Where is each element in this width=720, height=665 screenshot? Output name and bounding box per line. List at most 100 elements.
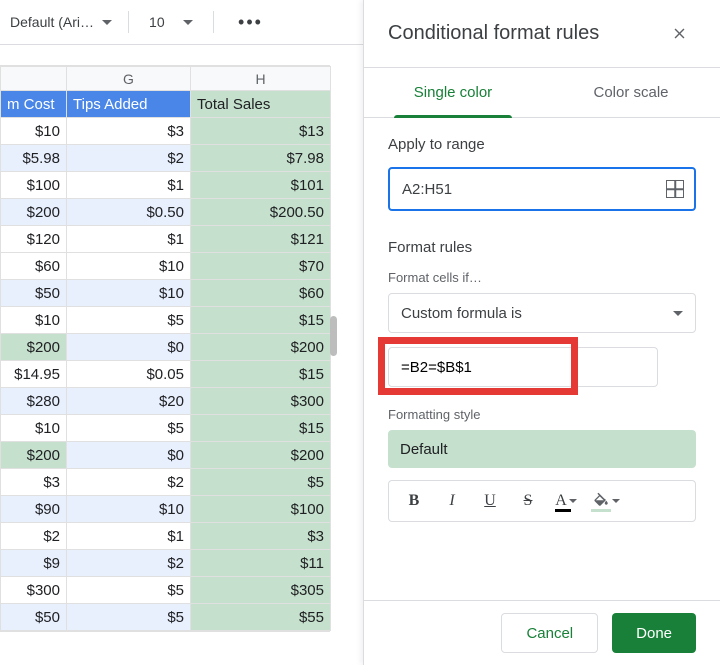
table-row: $200$0$200 xyxy=(1,442,331,469)
cell[interactable]: $2 xyxy=(1,523,67,550)
cell[interactable]: $200.50 xyxy=(191,199,331,226)
cell[interactable]: $5 xyxy=(67,307,191,334)
cell[interactable]: $5 xyxy=(67,604,191,631)
table-row: $5.98$2$7.98 xyxy=(1,145,331,172)
cell[interactable]: $13 xyxy=(191,118,331,145)
format-cells-if-label: Format cells if… xyxy=(388,270,696,285)
formula-field[interactable] xyxy=(388,347,658,387)
bold-button[interactable]: B xyxy=(399,486,429,516)
cell[interactable]: $1 xyxy=(67,226,191,253)
range-input[interactable] xyxy=(400,180,666,199)
cell[interactable]: $0.50 xyxy=(67,199,191,226)
cell[interactable]: $15 xyxy=(191,307,331,334)
chevron-down-icon xyxy=(673,311,683,316)
table-row: $10$5$15 xyxy=(1,415,331,442)
tab-color-scale[interactable]: Color scale xyxy=(542,68,720,117)
header-cell[interactable]: Total Sales xyxy=(191,91,331,118)
cell[interactable]: $5.98 xyxy=(1,145,67,172)
cell[interactable]: $300 xyxy=(1,577,67,604)
cell[interactable]: $10 xyxy=(67,496,191,523)
cell[interactable]: $200 xyxy=(191,442,331,469)
cell[interactable]: $120 xyxy=(1,226,67,253)
select-range-icon[interactable] xyxy=(666,180,684,198)
fill-color-button[interactable] xyxy=(589,486,623,516)
cell[interactable]: $50 xyxy=(1,280,67,307)
cell[interactable]: $10 xyxy=(1,307,67,334)
cell[interactable]: $0 xyxy=(67,442,191,469)
cell[interactable]: $1 xyxy=(67,523,191,550)
font-family-label: Default (Ari… xyxy=(10,14,94,30)
col-letter[interactable]: G xyxy=(67,67,191,91)
cell[interactable]: $200 xyxy=(191,334,331,361)
format-style-bar: B I U S A xyxy=(388,480,696,522)
cell[interactable]: $10 xyxy=(1,415,67,442)
cell[interactable]: $2 xyxy=(67,469,191,496)
cell[interactable]: $101 xyxy=(191,172,331,199)
more-toolbar-button[interactable]: ••• xyxy=(226,8,267,36)
font-family-selector[interactable]: Default (Ari… xyxy=(6,8,116,36)
cell[interactable]: $0.05 xyxy=(67,361,191,388)
cell[interactable]: $10 xyxy=(67,280,191,307)
cell[interactable]: $200 xyxy=(1,442,67,469)
cell[interactable]: $121 xyxy=(191,226,331,253)
cell[interactable]: $0 xyxy=(67,334,191,361)
tab-single-color[interactable]: Single color xyxy=(364,68,542,117)
cell[interactable]: $55 xyxy=(191,604,331,631)
text-color-button[interactable]: A xyxy=(551,486,581,516)
cell[interactable]: $200 xyxy=(1,334,67,361)
underline-button[interactable]: U xyxy=(475,486,505,516)
chevron-down-icon xyxy=(569,499,577,503)
range-field[interactable] xyxy=(388,167,696,211)
cell[interactable]: $5 xyxy=(67,415,191,442)
panel-footer: Cancel Done xyxy=(364,600,720,665)
spreadsheet[interactable]: G H m CostTips AddedTotal Sales$10$3$13$… xyxy=(0,65,330,632)
cell[interactable]: $300 xyxy=(191,388,331,415)
cell[interactable]: $9 xyxy=(1,550,67,577)
italic-button[interactable]: I xyxy=(437,486,467,516)
cell[interactable]: $60 xyxy=(191,280,331,307)
cell[interactable]: $100 xyxy=(191,496,331,523)
col-letter[interactable] xyxy=(1,67,67,91)
cancel-label: Cancel xyxy=(526,625,573,642)
table-row: $300$5$305 xyxy=(1,577,331,604)
cell[interactable]: $2 xyxy=(67,145,191,172)
cell[interactable]: $14.95 xyxy=(1,361,67,388)
style-default-chip[interactable]: Default xyxy=(388,430,696,468)
formula-input[interactable] xyxy=(389,359,657,376)
cell[interactable]: $200 xyxy=(1,199,67,226)
condition-select[interactable]: Custom formula is xyxy=(388,293,696,333)
header-cell[interactable]: Tips Added xyxy=(67,91,191,118)
cell[interactable]: $15 xyxy=(191,415,331,442)
cell[interactable]: $100 xyxy=(1,172,67,199)
cell[interactable]: $5 xyxy=(67,577,191,604)
cell[interactable]: $15 xyxy=(191,361,331,388)
cell[interactable]: $50 xyxy=(1,604,67,631)
table-row: $10$5$15 xyxy=(1,307,331,334)
cell[interactable]: $2 xyxy=(67,550,191,577)
cell[interactable]: $10 xyxy=(1,118,67,145)
cell[interactable]: $3 xyxy=(191,523,331,550)
cell[interactable]: $3 xyxy=(1,469,67,496)
cell[interactable]: $3 xyxy=(67,118,191,145)
scrollbar-thumb[interactable] xyxy=(330,316,337,356)
cell[interactable]: $70 xyxy=(191,253,331,280)
strikethrough-button[interactable]: S xyxy=(513,486,543,516)
cancel-button[interactable]: Cancel xyxy=(501,613,598,653)
cell[interactable]: $10 xyxy=(67,253,191,280)
table-row: $9$2$11 xyxy=(1,550,331,577)
header-cell[interactable]: m Cost xyxy=(1,91,67,118)
cell[interactable]: $7.98 xyxy=(191,145,331,172)
cell[interactable]: $60 xyxy=(1,253,67,280)
cell[interactable]: $20 xyxy=(67,388,191,415)
cell[interactable]: $90 xyxy=(1,496,67,523)
cell[interactable]: $1 xyxy=(67,172,191,199)
close-panel-button[interactable] xyxy=(662,17,696,51)
cell[interactable]: $280 xyxy=(1,388,67,415)
font-size-selector[interactable]: 10 xyxy=(141,8,201,36)
done-button[interactable]: Done xyxy=(612,613,696,653)
cell[interactable]: $5 xyxy=(191,469,331,496)
tab-label: Single color xyxy=(414,84,492,101)
cell[interactable]: $305 xyxy=(191,577,331,604)
col-letter[interactable]: H xyxy=(191,67,331,91)
cell[interactable]: $11 xyxy=(191,550,331,577)
